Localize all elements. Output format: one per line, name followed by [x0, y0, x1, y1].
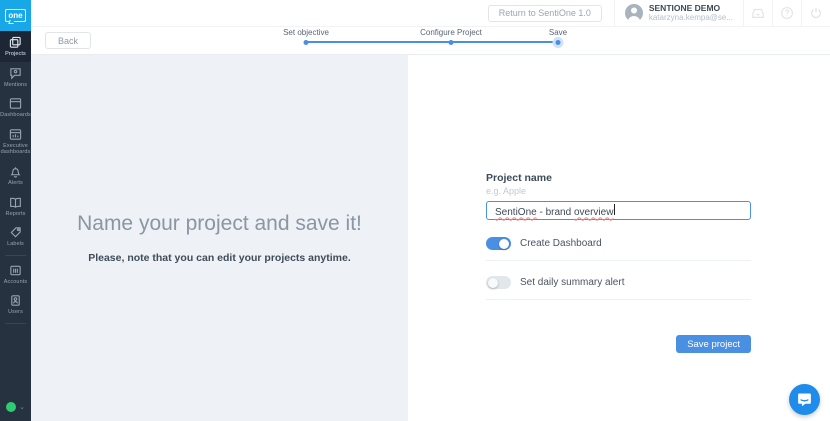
power-icon[interactable]	[802, 0, 830, 27]
chat-widget-button[interactable]	[789, 384, 820, 415]
help-icon[interactable]	[773, 0, 801, 27]
page-title: Name your project and save it!	[77, 212, 362, 236]
toggle-label: Set daily summary alert	[520, 277, 624, 288]
project-name-hint: e.g. Apple	[486, 186, 751, 196]
input-text-segment: SentiOne	[495, 207, 537, 218]
chevron-down-icon: ⌄	[19, 403, 25, 411]
step-set-objective[interactable]: Set objective	[283, 28, 329, 37]
user-menu[interactable]: SENTIONE DEMO katarzyna.kempa@se...	[615, 3, 743, 24]
alerts-icon	[9, 165, 22, 178]
sentione-logo[interactable]: one	[0, 0, 31, 31]
form-panel: Project name e.g. Apple SentiOne - brand…	[408, 55, 830, 421]
toggle-off-icon[interactable]	[486, 276, 511, 289]
sidebar-item-executive-dashboards[interactable]: Executive dashboards	[0, 123, 31, 160]
user-email: katarzyna.kempa@se...	[649, 13, 733, 23]
step-save[interactable]: Save	[549, 28, 567, 37]
logo-speech-bubble: one	[5, 9, 25, 22]
return-to-sentione-button[interactable]: Return to SentiOne 1.0	[488, 5, 602, 22]
top-bar: Return to SentiOne 1.0 SENTIONE DEMO kat…	[31, 0, 830, 27]
project-name-label: Project name	[486, 172, 751, 184]
sidebar-item-label: Dashboards	[0, 112, 31, 119]
chat-bubble-icon	[796, 391, 813, 408]
toggle-label: Create Dashboard	[520, 238, 602, 249]
dashboards-icon	[9, 97, 22, 110]
sidebar-item-alerts[interactable]: Alerts	[0, 160, 31, 191]
app-window: one Return to SentiOne 1.0 SENTIONE DEMO…	[0, 0, 830, 421]
sidebar: Projects Mentions Dashboards Executive d…	[0, 31, 31, 421]
sidebar-item-mentions[interactable]: Mentions	[0, 62, 31, 93]
connection-status[interactable]: ⌄	[0, 394, 31, 421]
executive-dashboards-icon	[9, 128, 22, 141]
sidebar-item-labels[interactable]: Labels	[0, 221, 31, 252]
accounts-icon	[9, 264, 22, 277]
sidebar-item-reports[interactable]: Reports	[0, 191, 31, 222]
user-name: SENTIONE DEMO	[649, 3, 733, 14]
sidebar-item-dashboards[interactable]: Dashboards	[0, 92, 31, 123]
sidebar-item-label: Projects	[5, 51, 26, 58]
sidebar-item-label: Mentions	[4, 82, 27, 89]
sidebar-divider	[5, 255, 26, 256]
sidebar-divider	[5, 323, 26, 324]
sidebar-item-projects[interactable]: Projects	[0, 31, 31, 62]
projects-icon	[9, 36, 22, 49]
sidebar-item-label: Labels	[7, 241, 24, 248]
sidebar-item-label: Executive dashboards	[1, 143, 31, 156]
back-button[interactable]: Back	[45, 32, 91, 49]
sidebar-item-label: Accounts	[4, 279, 27, 286]
labels-icon	[9, 226, 22, 239]
instruction-panel: Name your project and save it! Please, n…	[31, 55, 408, 421]
save-project-button[interactable]: Save project	[676, 335, 751, 353]
sidebar-item-label: Reports	[6, 211, 26, 218]
sidebar-item-users[interactable]: Users	[0, 289, 31, 320]
project-save-form: Project name e.g. Apple SentiOne - brand…	[486, 172, 751, 300]
mentions-icon	[9, 67, 22, 80]
stepper-progress-line	[305, 41, 557, 43]
daily-summary-alert-toggle-row[interactable]: Set daily summary alert	[486, 276, 751, 300]
sidebar-item-accounts[interactable]: Accounts	[0, 259, 31, 290]
step-dot-save	[556, 40, 561, 45]
toggle-on-icon[interactable]	[486, 237, 511, 250]
reports-icon	[9, 196, 22, 209]
project-name-input[interactable]: SentiOne - brand overview	[486, 201, 751, 220]
page-subtext: Please, note that you can edit your proj…	[88, 252, 351, 264]
sidebar-item-label: Users	[8, 309, 23, 316]
input-text-segment: overview	[574, 207, 613, 218]
users-icon	[9, 294, 22, 307]
text-cursor	[614, 204, 615, 215]
avatar	[625, 4, 643, 22]
create-dashboard-toggle-row[interactable]: Create Dashboard	[486, 237, 751, 261]
step-dot-configure-project	[449, 40, 454, 45]
wizard-nav-bar: Back Set objective Configure Project Sav…	[31, 27, 830, 55]
status-dot-green	[6, 402, 16, 412]
step-configure-project[interactable]: Configure Project	[420, 28, 482, 37]
input-text-segment: - brand	[537, 207, 574, 218]
inbox-icon[interactable]	[744, 0, 772, 27]
sidebar-item-label: Alerts	[8, 180, 23, 187]
step-dot-set-objective	[304, 40, 309, 45]
